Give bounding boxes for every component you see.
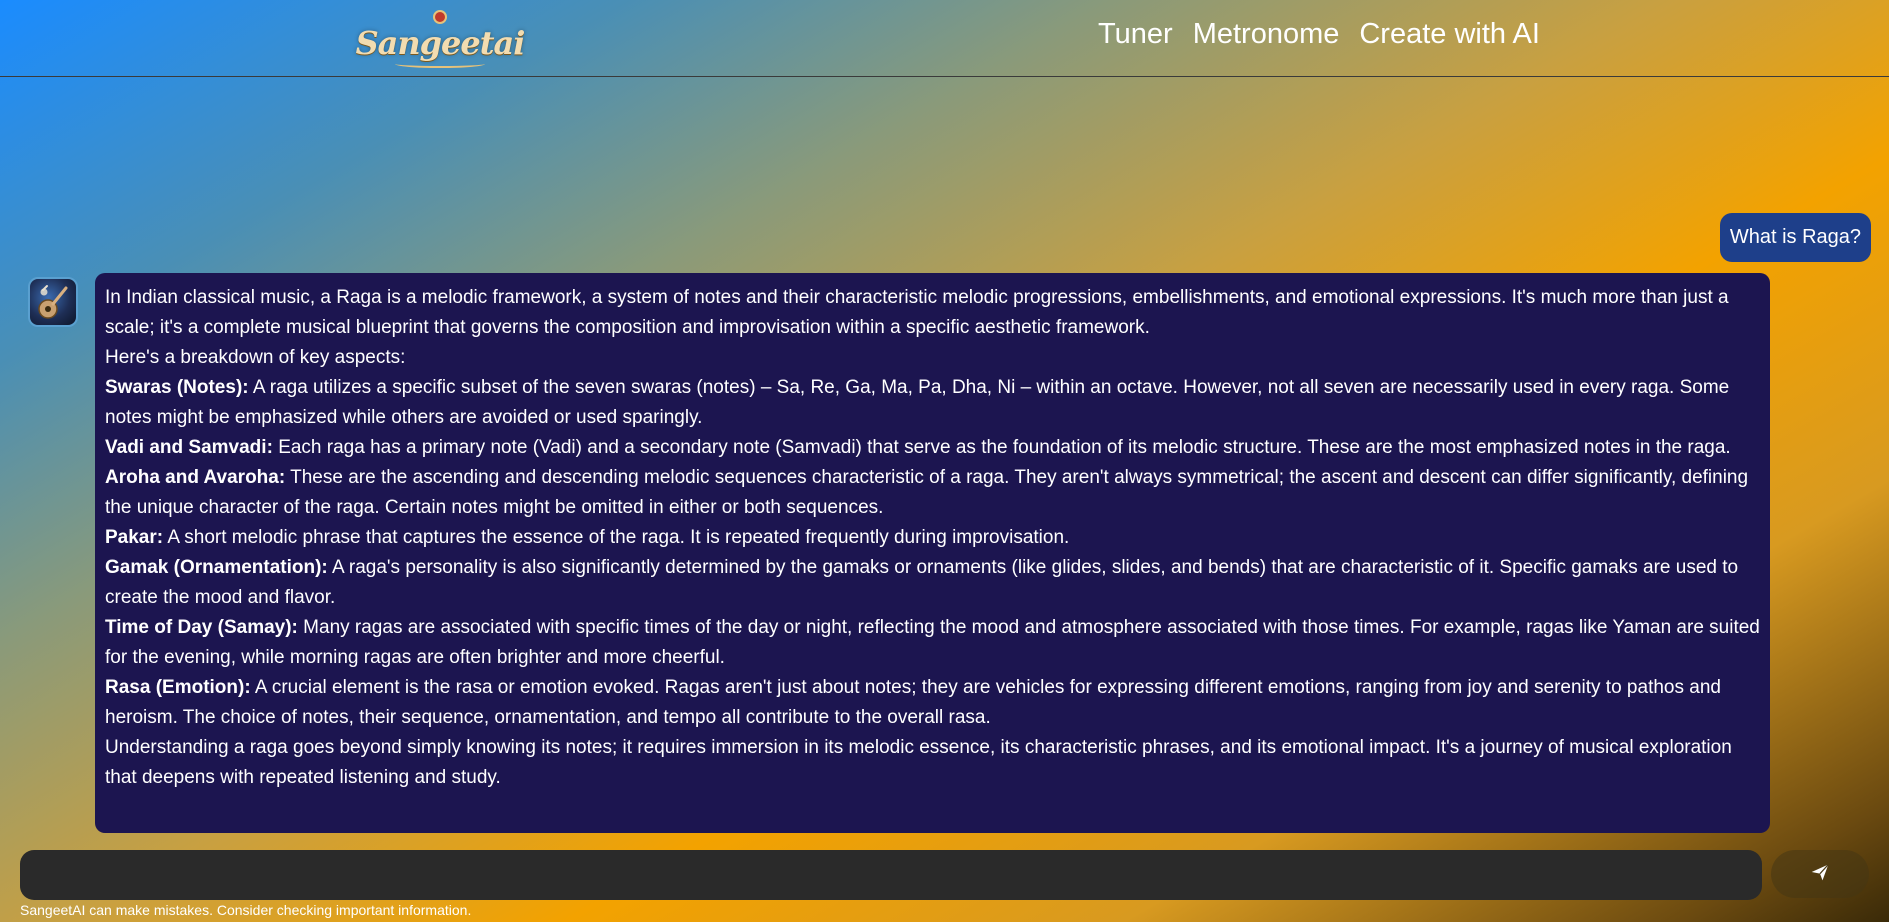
nav-tuner[interactable]: Tuner [1098,18,1173,51]
answer-point-term: Gamak (Ornamentation): [105,557,328,578]
sangeetai-logo[interactable]: Sangeetai [356,4,525,74]
send-icon [1810,862,1830,887]
answer-point: Pakar: A short melodic phrase that captu… [105,523,1760,553]
answer-point-text: A raga's personality is also significant… [105,557,1739,608]
answer-intro: In Indian classical music, a Raga is a m… [105,287,1729,338]
answer-conclusion: Understanding a raga goes beyond simply … [105,737,1732,788]
top-header: Sangeetai Tuner Metronome Create with AI [0,0,1889,77]
answer-point-text: These are the ascending and descending m… [105,467,1749,518]
answer-point-term: Vadi and Samvadi: [105,437,273,458]
disclaimer-text: SangeetAI can make mistakes. Consider ch… [20,902,472,918]
answer-point: Time of Day (Samay): Many ragas are asso… [105,613,1760,673]
answer-point-text: A crucial element is the rasa or emotion… [105,677,1721,728]
answer-point-term: Rasa (Emotion): [105,677,251,698]
answer-point: Swaras (Notes): A raga utilizes a specif… [105,373,1760,433]
answer-point-term: Time of Day (Samay): [105,617,298,638]
message-input-container [20,850,1762,900]
answer-point: Vadi and Samvadi: Each raga has a primar… [105,433,1760,463]
answer-point-text: Each raga has a primary note (Vadi) and … [278,437,1731,458]
veena-avatar-icon [28,277,78,327]
logo-text: Sangeetai [355,24,526,62]
send-button[interactable] [1771,850,1869,898]
answer-point: Aroha and Avaroha: These are the ascendi… [105,463,1760,523]
nav-create-with-ai[interactable]: Create with AI [1359,18,1540,51]
user-message-bubble: What is Raga? [1719,213,1871,262]
answer-point-term: Pakar: [105,527,164,548]
message-input[interactable] [20,850,1762,900]
answer-point-term: Aroha and Avaroha: [105,467,286,488]
answer-point: Rasa (Emotion): A crucial element is the… [105,673,1760,733]
answer-point-text: A short melodic phrase that captures the… [167,527,1070,548]
logo-flourish-ornament [395,60,485,68]
main-nav: Tuner Metronome Create with AI [1098,18,1540,51]
assistant-message-bubble: In Indian classical music, a Raga is a m… [95,273,1770,833]
logo-crown-ornament [433,10,447,24]
answer-point-term: Swaras (Notes): [105,377,249,398]
answer-point-text: Many ragas are associated with specific … [105,617,1760,668]
nav-metronome[interactable]: Metronome [1193,18,1340,51]
answer-point: Gamak (Ornamentation): A raga's personal… [105,553,1760,613]
answer-point-text: A raga utilizes a specific subset of the… [105,377,1730,428]
answer-lead: Here's a breakdown of key aspects: [105,347,406,368]
